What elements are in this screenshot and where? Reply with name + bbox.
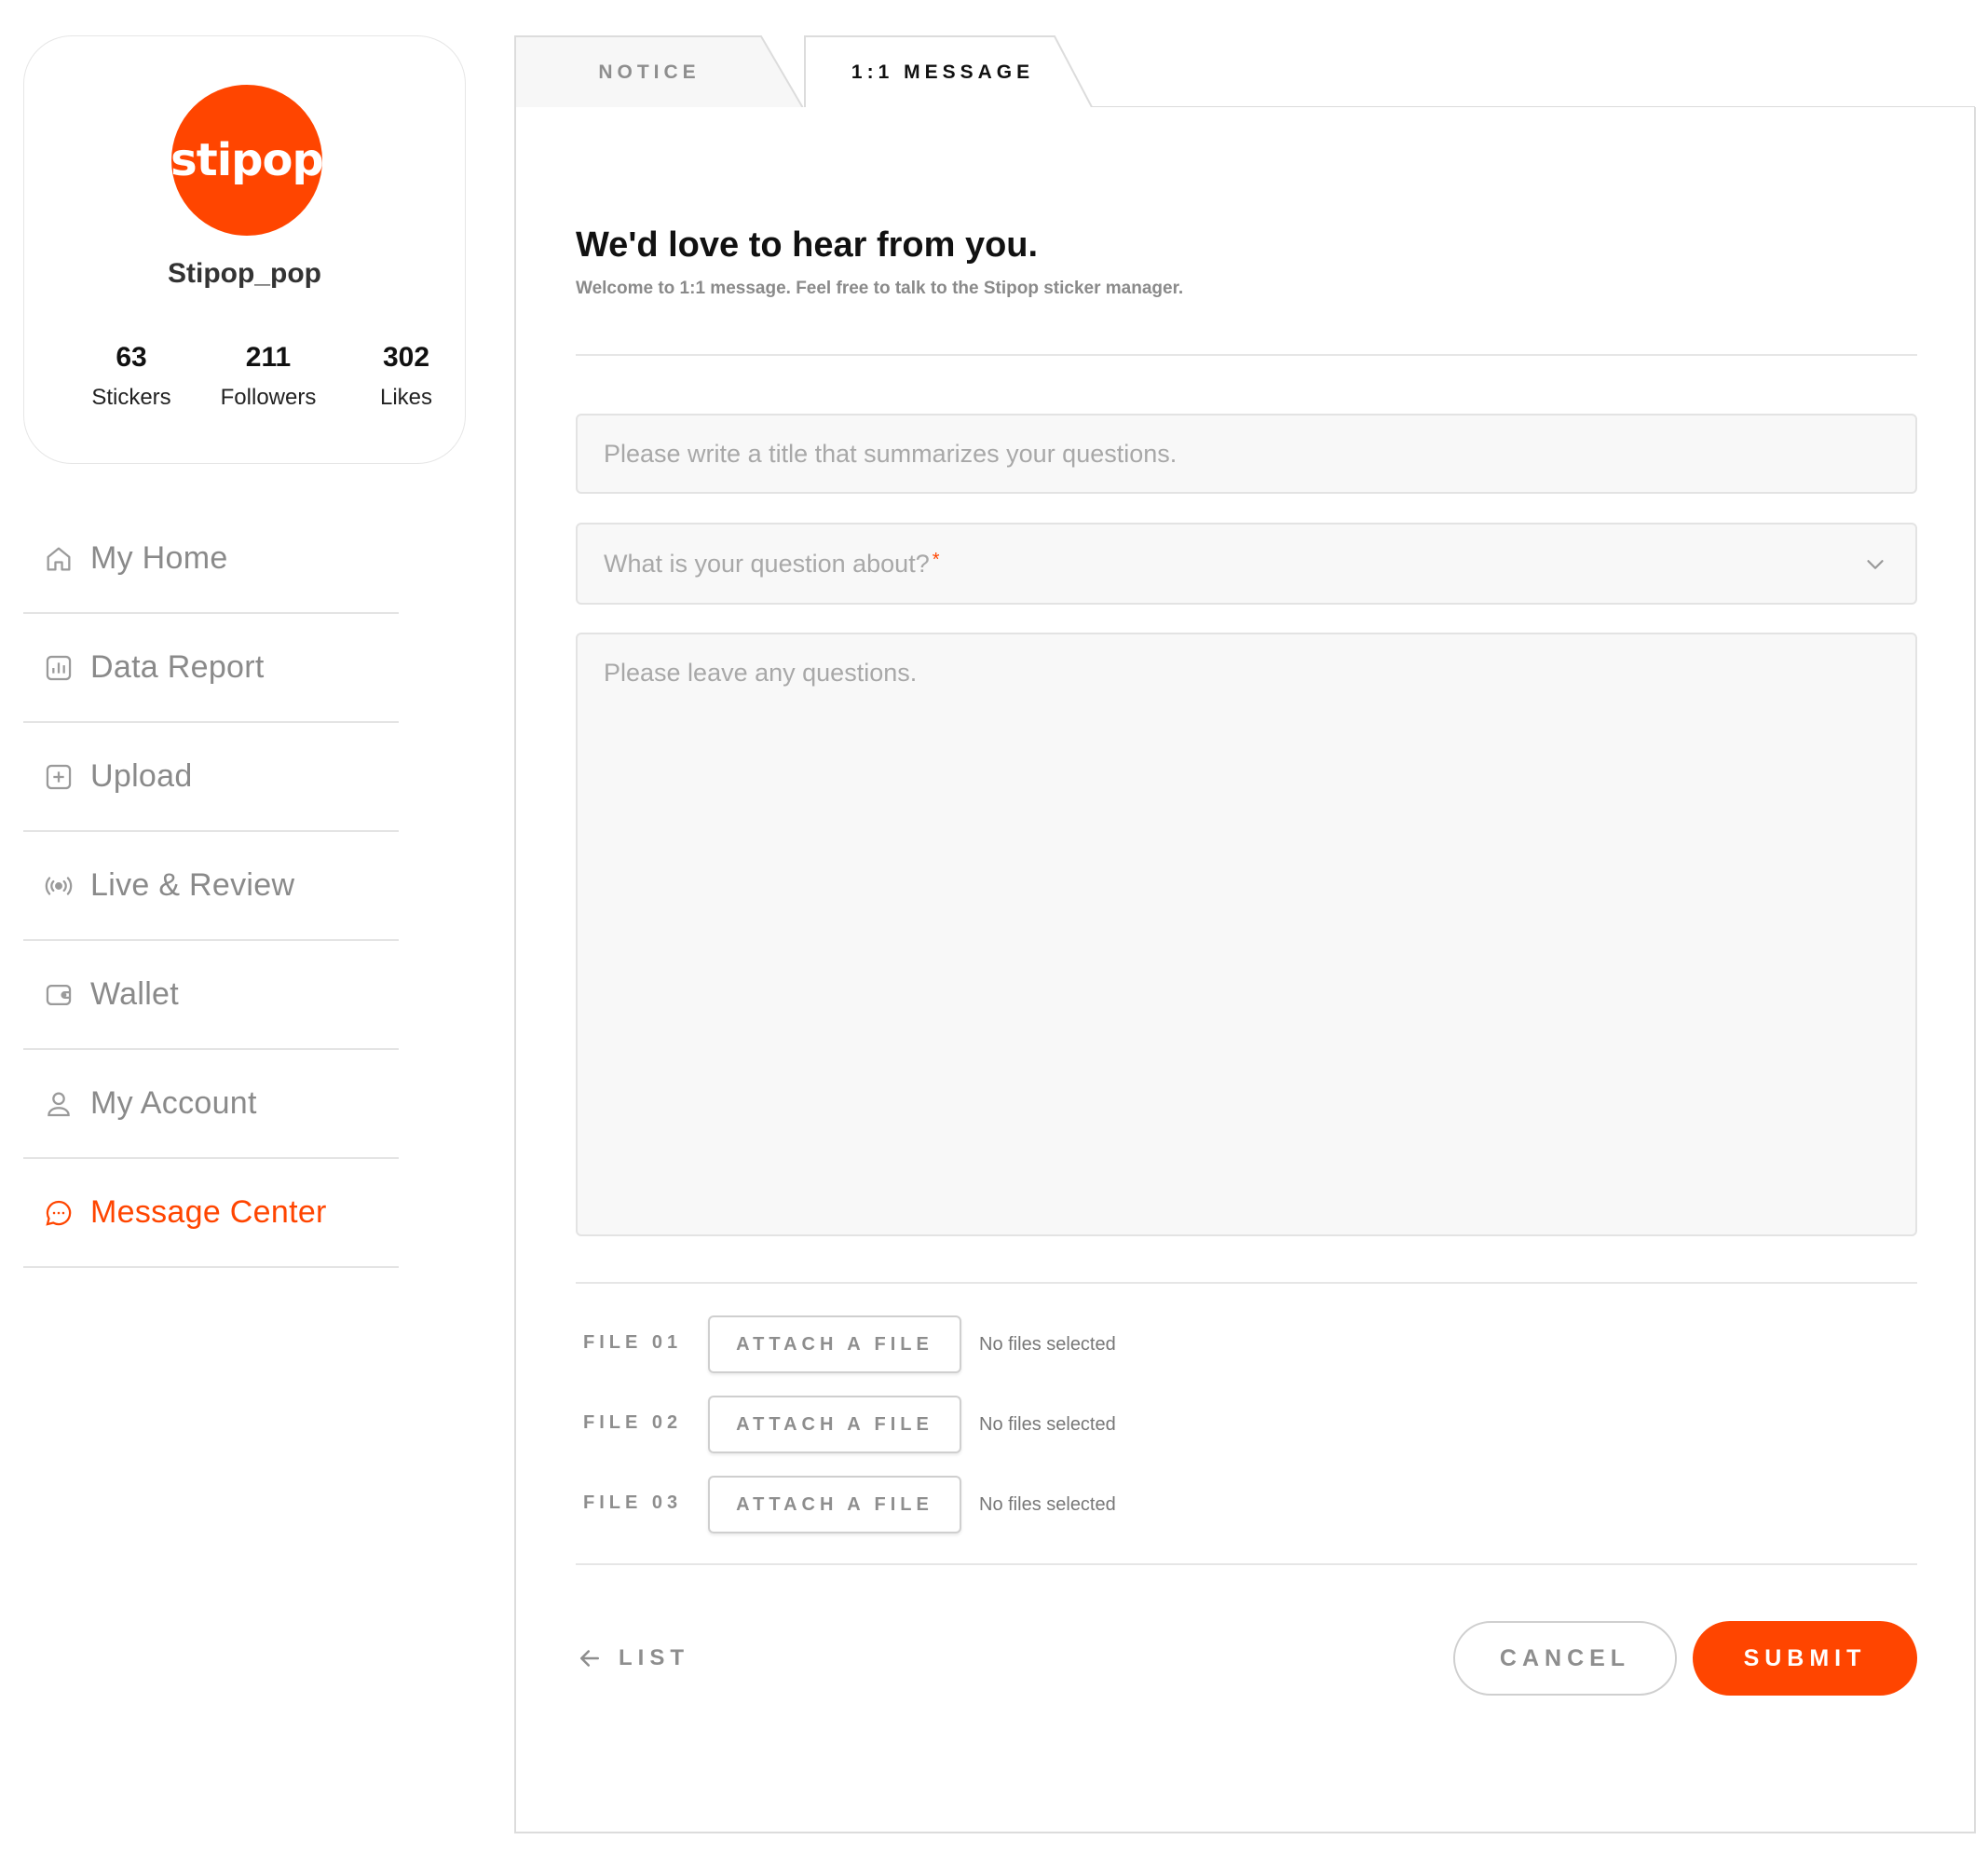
file-label: FILE 01 [583, 1332, 683, 1353]
file-row: FILE 02 ATTACH A FILE No files selected [576, 1396, 1321, 1453]
tab-notice[interactable]: NOTICE [514, 61, 784, 84]
stat-value: 211 [245, 342, 292, 373]
sidebar-nav: My Home Data Report Upload Live & Review [23, 505, 399, 1268]
file-status: No files selected [979, 1414, 1116, 1435]
list-label: LIST [619, 1645, 689, 1670]
file-label: FILE 02 [583, 1412, 683, 1433]
stat-value: 63 [116, 342, 147, 373]
sidebar-item-label: Live & Review [90, 867, 295, 903]
sidebar-item-live-review[interactable]: Live & Review [23, 832, 399, 941]
username: Stipop_pop [168, 258, 321, 289]
wallet-icon [42, 978, 75, 1012]
title-input[interactable] [576, 414, 1917, 494]
category-placeholder: What is your question about? [604, 549, 930, 578]
logo-text: stipop [170, 134, 324, 186]
required-mark: * [932, 549, 940, 570]
divider [576, 354, 1917, 356]
file-row: FILE 01 ATTACH A FILE No files selected [576, 1315, 1321, 1373]
sidebar-item-upload[interactable]: Upload [23, 723, 399, 832]
cancel-button[interactable]: CANCEL [1453, 1621, 1677, 1696]
attach-file-button[interactable]: ATTACH A FILE [708, 1396, 961, 1453]
user-icon [42, 1087, 75, 1121]
file-status: No files selected [979, 1494, 1116, 1515]
divider [576, 1282, 1917, 1284]
stat-likes: 302 Likes [336, 342, 476, 411]
profile-card: stipop Stipop_pop 63 Stickers 211 Follow… [23, 35, 466, 464]
sidebar-item-label: Upload [90, 758, 193, 794]
broadcast-icon [42, 869, 75, 903]
stat-stickers: 63 Stickers [61, 342, 201, 411]
submit-button[interactable]: SUBMIT [1693, 1621, 1917, 1696]
page-title: We'd love to hear from you. [576, 225, 1039, 265]
sidebar-item-data-report[interactable]: Data Report [23, 614, 399, 723]
back-to-list-link[interactable]: LIST [576, 1644, 689, 1672]
sidebar-item-my-account[interactable]: My Account [23, 1050, 399, 1159]
home-icon [42, 542, 75, 576]
message-textarea[interactable] [576, 633, 1917, 1236]
chat-bubble-icon [42, 1196, 75, 1230]
sidebar-item-message-center[interactable]: Message Center [23, 1159, 399, 1268]
stat-label: Likes [379, 385, 433, 410]
stat-value: 302 [382, 342, 430, 373]
stat-label: Stickers [91, 385, 171, 410]
chevron-down-icon [1867, 560, 1884, 569]
tab-1-1-message[interactable]: 1:1 MESSAGE [803, 61, 1083, 84]
attach-file-button[interactable]: ATTACH A FILE [708, 1315, 961, 1373]
sidebar-item-label: Message Center [90, 1194, 327, 1230]
tab-bar: NOTICE 1:1 MESSAGE [514, 35, 1976, 110]
sidebar-item-label: Data Report [90, 649, 265, 685]
file-status: No files selected [979, 1334, 1116, 1355]
sidebar-item-my-home[interactable]: My Home [23, 505, 399, 614]
file-row: FILE 03 ATTACH A FILE No files selected [576, 1476, 1321, 1533]
attach-file-button[interactable]: ATTACH A FILE [708, 1476, 961, 1533]
sidebar-item-label: My Account [90, 1085, 257, 1121]
sidebar-item-label: Wallet [90, 976, 180, 1012]
avatar[interactable]: stipop [170, 85, 324, 236]
divider [576, 1563, 1917, 1565]
stat-label: Followers [220, 385, 317, 410]
message-form-panel: We'd love to hear from you. Welcome to 1… [514, 107, 1976, 1833]
question-category-select[interactable]: What is your question about? * [576, 523, 1917, 605]
stat-followers: 211 Followers [198, 342, 338, 411]
plus-square-icon [42, 760, 75, 794]
page-subtitle: Welcome to 1:1 message. Feel free to tal… [576, 279, 1184, 298]
sidebar-item-wallet[interactable]: Wallet [23, 941, 399, 1050]
arrow-left-icon [580, 1650, 599, 1667]
file-label: FILE 03 [583, 1492, 683, 1513]
bar-chart-icon [42, 651, 75, 685]
sidebar-item-label: My Home [90, 540, 228, 576]
